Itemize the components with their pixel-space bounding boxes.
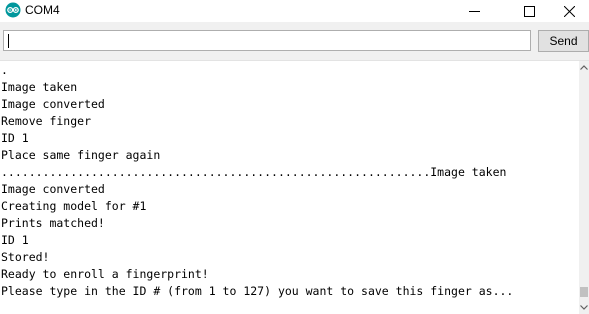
minimize-icon <box>468 10 480 12</box>
chevron-down-icon <box>580 304 588 310</box>
input-toolbar: Send <box>0 22 589 60</box>
title-bar: COM4 <box>0 0 589 22</box>
output-line: Image converted <box>1 97 105 111</box>
output-line: ........................................… <box>1 165 507 179</box>
output-line: Place same finger again <box>1 148 161 162</box>
arduino-logo-icon <box>5 2 21 18</box>
output-line: Remove finger <box>1 114 92 128</box>
vertical-scrollbar[interactable] <box>579 61 589 314</box>
send-button[interactable]: Send <box>538 30 589 52</box>
output-line: Image taken <box>1 80 78 94</box>
output-line: Prints matched! <box>1 216 105 230</box>
serial-input[interactable] <box>3 30 531 51</box>
maximize-button[interactable] <box>506 0 552 22</box>
maximize-icon <box>523 5 535 17</box>
scroll-up-button[interactable] <box>579 61 589 73</box>
output-line: . <box>1 63 8 77</box>
close-button[interactable] <box>550 0 589 22</box>
minimize-button[interactable] <box>451 0 497 22</box>
output-line: ID 1 <box>1 233 29 247</box>
output-line: Stored! <box>1 250 50 264</box>
output-line: Image converted <box>1 182 105 196</box>
serial-output[interactable]: . Image taken Image converted Remove finger… <box>1 61 579 314</box>
scroll-down-button[interactable] <box>579 301 589 313</box>
output-line: ID 1 <box>1 131 29 145</box>
output-line: Creating model for #1 <box>1 199 147 213</box>
window-title: COM4 <box>25 3 60 17</box>
chevron-up-icon <box>580 64 588 70</box>
output-line: Please type in the ID # (from 1 to 127) … <box>1 284 514 298</box>
close-icon <box>564 5 575 17</box>
text-caret <box>8 34 9 48</box>
scroll-thumb[interactable] <box>580 287 588 297</box>
output-line: Ready to enroll a fingerprint! <box>1 267 209 281</box>
